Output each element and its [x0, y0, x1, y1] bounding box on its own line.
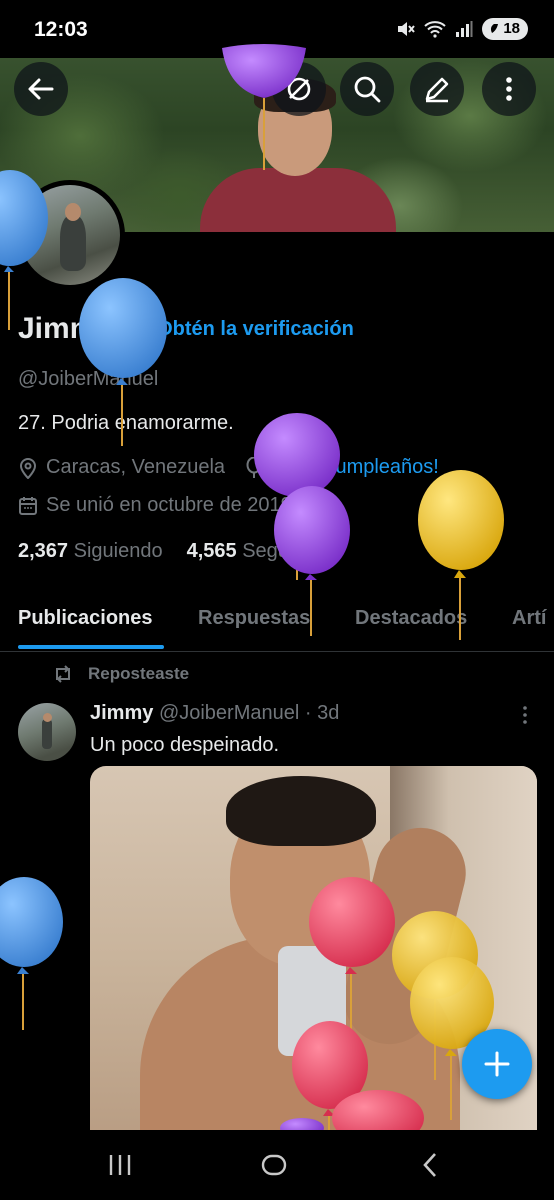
grok-button[interactable]: [272, 62, 326, 116]
profile-avatar[interactable]: [15, 180, 125, 290]
pencil-icon: [425, 77, 449, 103]
profile-handle: @JoiberManuel: [18, 368, 159, 390]
balloon-icon: [246, 456, 262, 478]
tab-respuestas[interactable]: Respuestas: [198, 607, 310, 630]
post-image[interactable]: [90, 766, 537, 1146]
get-verified-link[interactable]: Obtén la verificación: [157, 318, 354, 341]
post-text: Un poco despeinado.: [90, 734, 280, 756]
followers-link[interactable]: 4,565 Seguidores: [187, 540, 344, 563]
signal-icon: [456, 21, 473, 37]
profile-meta-row: Caracas, Venezuela ¡Feliz cumpleaños!: [18, 456, 439, 479]
status-bar: 12:03 18: [0, 0, 554, 58]
birthday-link[interactable]: ¡Feliz cumpleaños!: [271, 456, 439, 479]
verified-badge-icon: [122, 317, 147, 341]
battery-saver-icon: [491, 24, 499, 33]
tab-articulos[interactable]: Artí: [512, 607, 546, 630]
profile-joined-date: Se unió en octubre de 2019: [46, 494, 292, 516]
post-header: Jimmy @JoiberManuel · 3d: [90, 702, 339, 725]
followers-count: 4,565: [186, 540, 237, 562]
post-author-name[interactable]: Jimmy: [90, 702, 153, 724]
status-time: 12:03: [34, 18, 88, 41]
tab-destacados[interactable]: Destacados: [355, 607, 467, 630]
battery-indicator: 18: [482, 18, 528, 40]
followers-label: Seguidores: [242, 540, 344, 562]
profile-location: Caracas, Venezuela: [46, 456, 226, 478]
repost-label: Reposteaste: [88, 664, 190, 683]
repost-indicator: Reposteaste: [52, 664, 189, 684]
home-icon: [261, 1154, 287, 1176]
search-icon: [354, 76, 381, 103]
status-icons: 18: [395, 16, 528, 42]
compose-fab-button[interactable]: [462, 1029, 532, 1099]
profile-tabs: Publicaciones Respuestas Destacados Artí: [0, 585, 554, 652]
wifi-icon: [424, 21, 446, 38]
recent-apps-button[interactable]: [100, 1148, 140, 1182]
chevron-right-icon[interactable]: [300, 497, 314, 515]
arrow-left-icon: [28, 78, 54, 100]
profile-joined-row: Se unió en octubre de 2019: [18, 494, 314, 517]
follow-stats: 2,367 Siguiendo 4,565 Seguidores: [18, 540, 343, 563]
battery-level: 18: [503, 20, 520, 37]
system-navigation-bar: [0, 1130, 554, 1200]
search-button[interactable]: [340, 62, 394, 116]
more-vertical-icon: [523, 706, 527, 724]
location-pin-icon: [19, 457, 37, 479]
more-vertical-icon: [506, 77, 512, 101]
calendar-icon: [19, 496, 37, 515]
tab-publicaciones[interactable]: Publicaciones: [18, 607, 153, 630]
recent-apps-icon: [109, 1155, 131, 1175]
edit-button[interactable]: [410, 62, 464, 116]
following-link[interactable]: 2,367 Siguiendo: [18, 540, 163, 563]
balloon-blue: [0, 877, 63, 1030]
grok-icon: [287, 77, 311, 101]
more-options-button[interactable]: [482, 62, 536, 116]
repost-icon: [56, 665, 70, 683]
profile-bio: 27. Podria enamorarme.: [18, 412, 234, 434]
system-back-button[interactable]: [410, 1148, 450, 1182]
back-button[interactable]: [14, 62, 68, 116]
plus-icon: [484, 1051, 510, 1077]
following-count: 2,367: [18, 540, 69, 562]
home-button[interactable]: [254, 1148, 294, 1182]
post-meta: @JoiberManuel · 3d: [158, 702, 340, 724]
mute-icon: [398, 22, 416, 36]
post-author-avatar[interactable]: [18, 703, 76, 761]
chevron-left-icon: [423, 1153, 436, 1177]
post-more-button[interactable]: [518, 704, 532, 731]
avatar: [20, 185, 120, 285]
profile-name-row: Jimmy Obtén la verificación: [18, 312, 354, 346]
profile-name: Jimmy: [18, 312, 114, 345]
following-label: Siguiendo: [73, 540, 163, 562]
active-tab-indicator: [18, 645, 164, 649]
